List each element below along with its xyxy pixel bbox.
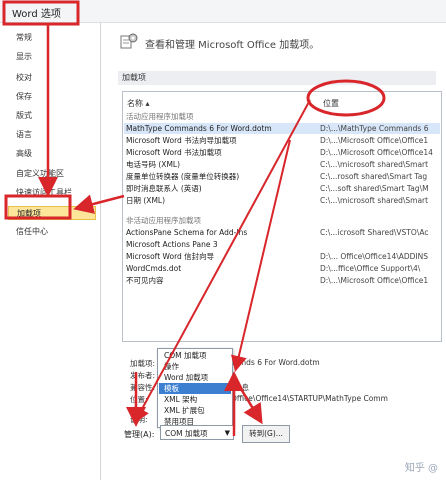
- annotation-box-addins: [4, 194, 72, 220]
- annotation-arrow-go: [236, 383, 263, 425]
- annotation-box-title: [2, 0, 80, 26]
- annotation-arrow-list: [230, 139, 291, 372]
- annotation-circle-location: [306, 79, 386, 117]
- annotation-arrow-addins: [73, 194, 125, 214]
- annotation-arrow-location: [134, 99, 311, 424]
- annotation-overlay: [2, 0, 386, 436]
